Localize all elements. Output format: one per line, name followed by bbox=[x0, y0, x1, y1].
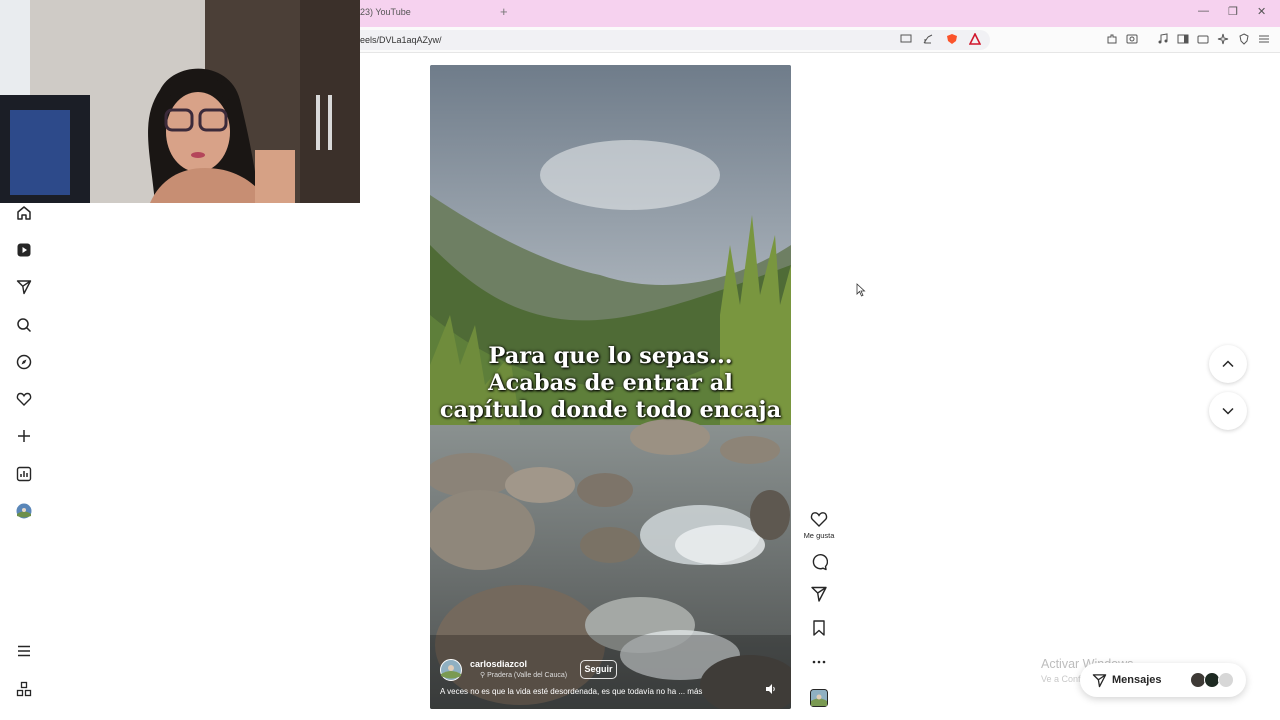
webcam-person-image bbox=[0, 0, 360, 203]
previous-reel-button[interactable] bbox=[1209, 345, 1247, 383]
like-label: Me gusta bbox=[803, 531, 835, 540]
volume-icon[interactable] bbox=[765, 683, 777, 695]
author-username[interactable]: carlosdiazcol bbox=[470, 659, 527, 669]
messages-label: Mensajes bbox=[1112, 674, 1162, 686]
restore-icon[interactable]: ❐ bbox=[1228, 5, 1238, 18]
heart-icon[interactable] bbox=[16, 391, 32, 407]
screen: 23) YouTube + — ❐ ✕ eels/DVLa1aqAZyw/ Pa… bbox=[0, 0, 1280, 720]
chevron-down-icon bbox=[1222, 407, 1234, 415]
webcam-overlay bbox=[0, 0, 360, 203]
wallet-icon[interactable] bbox=[1197, 33, 1209, 45]
browser-menu-icon[interactable] bbox=[1258, 33, 1270, 45]
share-icon[interactable] bbox=[922, 33, 934, 45]
share-icon[interactable] bbox=[810, 585, 828, 603]
caption-line: Acabas de entrar al bbox=[488, 370, 733, 396]
browser-tab-title[interactable]: 23) YouTube bbox=[360, 7, 411, 17]
menu-icon[interactable] bbox=[16, 643, 32, 659]
brave-rewards-icon[interactable] bbox=[969, 33, 981, 45]
home-icon[interactable] bbox=[16, 205, 32, 221]
new-tab-button[interactable]: + bbox=[500, 4, 508, 19]
audio-thumbnail[interactable] bbox=[810, 689, 828, 707]
comment-icon[interactable] bbox=[810, 553, 828, 571]
more-apps-icon[interactable] bbox=[16, 681, 32, 697]
insights-icon[interactable] bbox=[16, 466, 32, 482]
reel-location[interactable]: ⚲ Pradera (Valle del Cauca) bbox=[480, 671, 567, 679]
reel-video[interactable]: Para que lo sepas... Acabas de entrar al… bbox=[430, 65, 791, 709]
mouse-cursor-icon bbox=[856, 283, 866, 297]
message-avatars bbox=[1190, 672, 1234, 688]
profile-avatar[interactable] bbox=[16, 503, 32, 519]
url-text[interactable]: eels/DVLa1aqAZyw/ bbox=[360, 35, 442, 45]
reel-description[interactable]: A veces no es que la vida esté desordena… bbox=[440, 687, 770, 696]
caption-line: Para que lo sepas... bbox=[488, 343, 733, 369]
close-icon[interactable]: ✕ bbox=[1257, 5, 1266, 18]
author-avatar[interactable] bbox=[440, 659, 462, 681]
search-icon[interactable] bbox=[16, 317, 32, 333]
save-icon[interactable] bbox=[810, 619, 828, 637]
vpn-shield-icon[interactable] bbox=[1238, 33, 1250, 45]
screenshot-icon[interactable] bbox=[1126, 33, 1138, 45]
messages-button[interactable]: Mensajes bbox=[1080, 663, 1246, 697]
send-icon[interactable] bbox=[16, 279, 32, 295]
extensions-icon[interactable] bbox=[1106, 33, 1118, 45]
reel-location-text: Pradera (Valle del Cauca) bbox=[487, 672, 568, 679]
leo-ai-icon[interactable] bbox=[1217, 33, 1229, 45]
create-icon[interactable] bbox=[16, 428, 32, 444]
like-icon[interactable] bbox=[810, 510, 828, 528]
caption-line: capítulo donde todo encaja bbox=[439, 397, 782, 423]
more-options-icon[interactable] bbox=[810, 653, 828, 671]
media-icon[interactable] bbox=[1157, 33, 1169, 45]
browser-address-bar: eels/DVLa1aqAZyw/ bbox=[360, 27, 1280, 53]
minimize-icon[interactable]: — bbox=[1198, 5, 1209, 17]
sidebar-toggle-icon[interactable] bbox=[1177, 33, 1189, 45]
messages-send-icon bbox=[1092, 674, 1107, 688]
reel-caption-overlay: Para que lo sepas... Acabas de entrar al… bbox=[430, 343, 791, 424]
follow-button[interactable]: Seguir bbox=[580, 660, 617, 679]
browser-tab-bar: 23) YouTube + — ❐ ✕ bbox=[360, 0, 1280, 27]
chevron-up-icon bbox=[1222, 360, 1234, 368]
cast-icon[interactable] bbox=[900, 33, 912, 45]
url-field[interactable]: eels/DVLa1aqAZyw/ bbox=[360, 30, 990, 50]
brave-shield-icon[interactable] bbox=[946, 33, 958, 45]
explore-icon[interactable] bbox=[16, 354, 32, 370]
reels-icon[interactable] bbox=[16, 242, 32, 258]
next-reel-button[interactable] bbox=[1209, 392, 1247, 430]
